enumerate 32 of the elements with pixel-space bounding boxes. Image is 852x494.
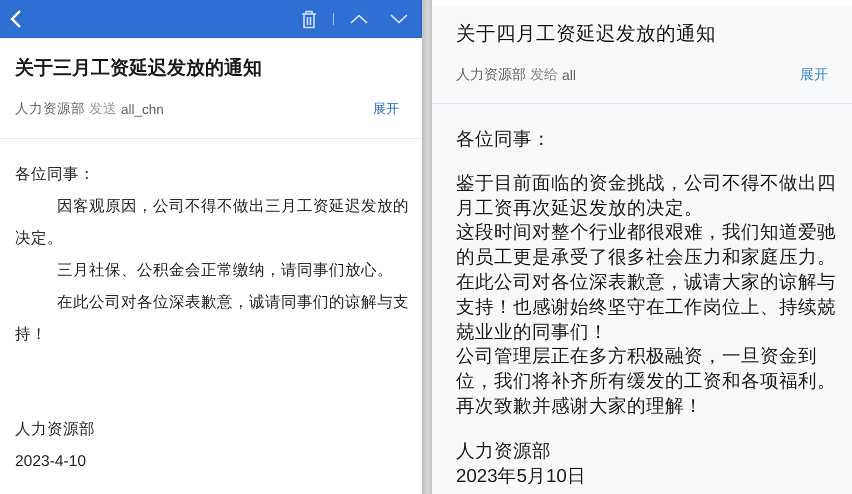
paragraph: 再次致歉并感谢大家的理解！ xyxy=(456,394,704,418)
paragraph: 这段时间对整个行业都很艰难，我们知道爱驰的员工更是承受了很多社会压力和家庭压力。 xyxy=(456,220,837,270)
paragraph: 在此公司对各位深表歉意，诚请同事们的谅解与支持！ xyxy=(15,293,410,345)
chevron-up-icon xyxy=(350,14,368,24)
paragraph: 在此公司对各位深表歉意，诚请大家的谅解与支持！也感谢始终坚守在工作岗位上、持续兢兢业业的同事们！ xyxy=(456,270,837,344)
date: 2023-4-10 xyxy=(15,452,88,472)
paragraph: 因客观原因，公司不得不做出三月工资延迟发放的决定。 xyxy=(15,197,410,249)
send-label: 发送 xyxy=(89,100,117,118)
back-icon xyxy=(10,9,22,29)
next-button[interactable] xyxy=(390,14,408,24)
email-subject: 关于四月工资延迟发放的通知 xyxy=(456,22,717,47)
paragraph: 三月社保、公积金会正常缴纳，请同事们放心。 xyxy=(56,261,394,281)
paragraph: 鉴于目前面临的资金挑战，公司不得不做出四月工资再次延迟发放的决定。 xyxy=(456,170,837,220)
recipient: all_chn xyxy=(121,102,164,116)
sender-name: 人力资源部 xyxy=(456,66,526,84)
expand-link[interactable]: 展开 xyxy=(373,100,399,118)
send-label: 发给 xyxy=(530,66,558,84)
sender-name: 人力资源部 xyxy=(15,100,85,118)
email-subject: 关于三月工资延迟发放的通知 xyxy=(15,56,263,81)
delete-button[interactable] xyxy=(301,10,317,28)
previous-button[interactable] xyxy=(350,14,368,24)
date: 2023年5月10日 xyxy=(456,464,587,488)
paragraph: 公司管理层正在多方积极融资，一旦资金到位，我们将补齐所有缓发的工资和各项福利。 xyxy=(456,344,837,394)
recipient: all xyxy=(562,67,576,83)
greeting: 各位同事： xyxy=(15,165,96,185)
trash-icon xyxy=(301,10,317,28)
signature: 人力资源部 xyxy=(15,420,96,440)
signature: 人力资源部 xyxy=(456,438,552,463)
chevron-down-icon xyxy=(390,14,408,24)
back-button[interactable] xyxy=(10,9,22,29)
greeting: 各位同事： xyxy=(456,127,552,151)
expand-link[interactable]: 展开 xyxy=(800,66,828,84)
